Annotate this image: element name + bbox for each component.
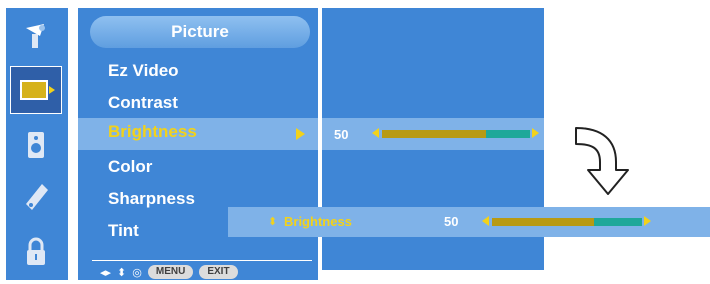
lock-icon[interactable] — [10, 228, 62, 276]
popup-label: Brightness — [284, 214, 352, 229]
menu-item-brightness: Brightness — [108, 122, 197, 141]
category-sidebar — [6, 8, 68, 280]
exit-button[interactable]: EXIT — [199, 265, 238, 279]
brightness-slider-fill — [382, 130, 486, 138]
menu-button[interactable]: MENU — [147, 265, 194, 279]
left-right-nav-icon: ◂▸ — [100, 266, 112, 279]
popup-decrease-arrow-icon[interactable] — [482, 216, 489, 226]
popup-slider-fill — [492, 218, 594, 226]
popup-brightness-slider[interactable] — [492, 218, 642, 226]
options-icon[interactable] — [10, 174, 62, 222]
curved-arrow-icon — [575, 127, 629, 195]
audio-icon[interactable] — [10, 120, 62, 168]
menu-item-brightness-row[interactable]: Brightness — [78, 118, 318, 150]
satellite-icon[interactable] — [10, 12, 62, 60]
menu-item-contrast[interactable]: Contrast — [108, 93, 178, 113]
menu-title: Picture — [90, 16, 310, 48]
popup-value: 50 — [444, 214, 459, 229]
menu-item-ez-video[interactable]: Ez Video — [108, 61, 179, 81]
picture-menu: Picture Ez Video Contrast Brightness Col… — [78, 8, 318, 280]
brightness-value: 50 — [334, 127, 349, 142]
up-down-icon: ⬍ — [268, 216, 278, 228]
brightness-slider[interactable] — [382, 130, 530, 138]
menu-item-tint[interactable]: Tint — [108, 221, 139, 241]
increase-arrow-icon[interactable] — [532, 128, 539, 138]
brightness-adjust-popup[interactable]: ⬍ Brightness 50 — [228, 207, 710, 237]
menu-item-sharpness[interactable]: Sharpness — [108, 189, 195, 209]
decrease-arrow-icon[interactable] — [372, 128, 379, 138]
brightness-value-row[interactable]: 50 — [322, 118, 544, 150]
submenu-arrow-icon — [296, 128, 305, 140]
popup-increase-arrow-icon[interactable] — [644, 216, 651, 226]
ok-icon: ◎ — [132, 266, 142, 279]
up-down-nav-icon: ⬍ — [117, 266, 127, 279]
hint-bar: ◂▸ ⬍ ◎ MENU EXIT — [100, 264, 238, 280]
menu-item-color[interactable]: Color — [108, 157, 152, 177]
hint-divider — [92, 260, 312, 261]
picture-icon[interactable] — [10, 66, 62, 114]
